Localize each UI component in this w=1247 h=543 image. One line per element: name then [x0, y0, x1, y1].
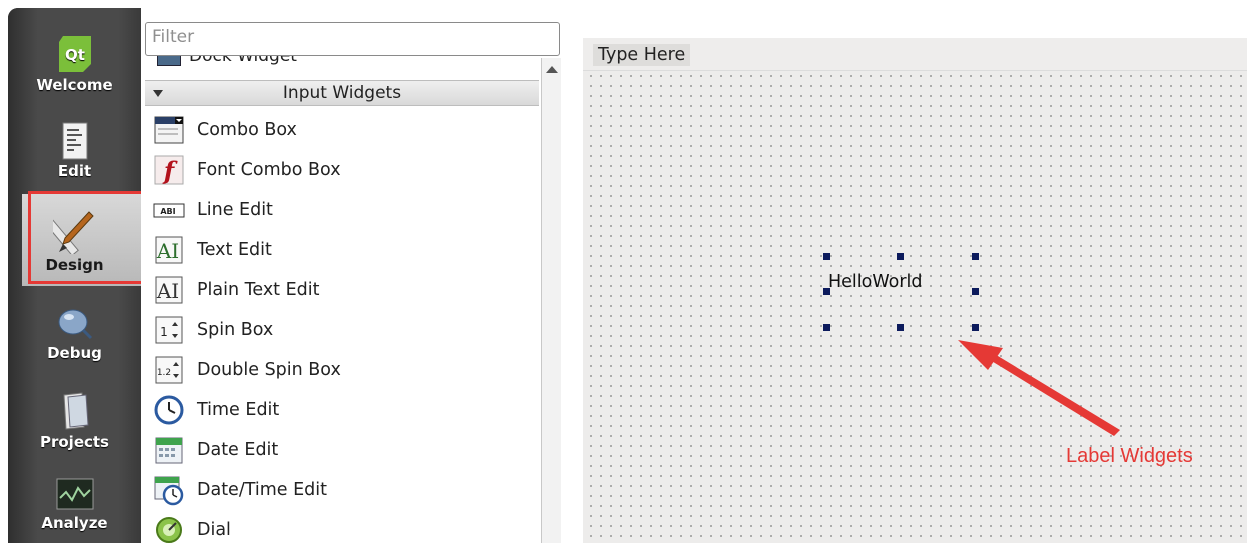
annotation-arrow [958, 340, 1120, 436]
annotation-label-widgets: Label Widgets [1066, 445, 1193, 467]
